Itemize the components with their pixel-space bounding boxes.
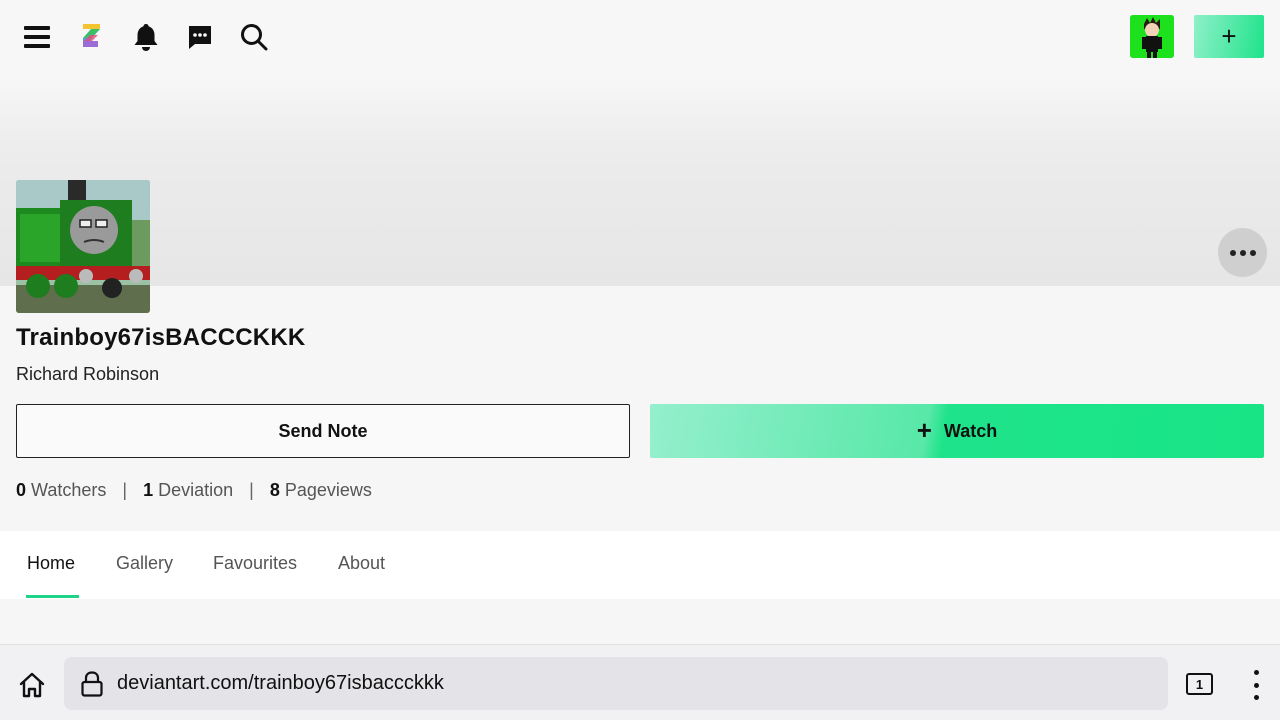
hamburger-icon[interactable] [22, 23, 52, 51]
tab-gallery[interactable]: Gallery [116, 553, 173, 574]
home-icon[interactable] [18, 671, 46, 699]
create-button[interactable]: + [1194, 15, 1264, 58]
profile-username: Trainboy67isBACCCKKK [16, 324, 306, 351]
watch-label: Watch [943, 420, 998, 441]
deviantart-logo-icon[interactable] [78, 20, 104, 52]
stat-deviations[interactable]: 1 Deviation [143, 480, 233, 501]
profile-banner [0, 76, 1280, 286]
chat-icon[interactable] [186, 23, 214, 51]
lock-icon [80, 671, 104, 697]
more-options-button[interactable] [1218, 228, 1267, 277]
more-horizontal-icon [1229, 249, 1236, 256]
profile-stats: 0 Watchers | 1 Deviation | 8 Pageviews [16, 480, 372, 501]
stat-separator: | [249, 480, 254, 500]
tab-switcher-button[interactable]: 1 [1186, 673, 1213, 695]
stat-watchers[interactable]: 0 Watchers [16, 480, 106, 501]
browser-toolbar: deviantart.com/trainboy67isbaccckkk 1 [0, 644, 1280, 720]
tab-favourites[interactable]: Favourites [213, 553, 297, 574]
search-icon[interactable] [239, 22, 269, 52]
profile-tabs: Home Gallery Favourites About [0, 531, 1280, 599]
tab-home[interactable]: Home [27, 553, 75, 574]
watch-button[interactable]: + Watch [650, 404, 1264, 458]
address-bar[interactable]: deviantart.com/trainboy67isbaccckkk [64, 657, 1168, 710]
url-text: deviantart.com/trainboy67isbaccckkk [117, 672, 444, 694]
stat-separator: | [122, 480, 128, 500]
user-avatar[interactable] [1130, 15, 1174, 58]
bell-icon[interactable] [132, 22, 160, 52]
vertical-dots-icon[interactable] [1250, 670, 1262, 700]
top-navigation-bar: + [0, 0, 1280, 76]
send-note-label: Send Note [278, 420, 368, 441]
tab-about[interactable]: About [338, 553, 385, 574]
plus-icon: + [916, 415, 932, 445]
profile-avatar[interactable] [16, 180, 150, 313]
profile-real-name: Richard Robinson [16, 364, 160, 384]
send-note-button[interactable]: Send Note [16, 404, 630, 458]
active-tab-indicator [26, 595, 79, 598]
stat-pageviews: 8 Pageviews [269, 480, 372, 500]
